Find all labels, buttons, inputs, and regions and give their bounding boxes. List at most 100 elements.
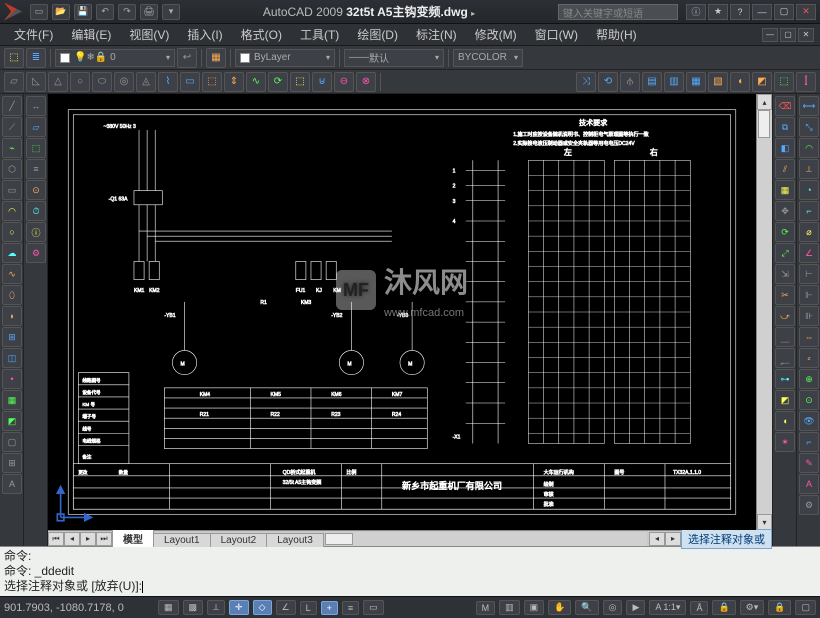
diminspect-icon[interactable]: 👁 [799,411,819,431]
3drotate-icon[interactable]: ⟲ [598,72,618,92]
wedge-icon[interactable]: ◺ [26,72,46,92]
array-icon[interactable]: ▦ [775,180,795,200]
zoom-icon[interactable]: 🔍 [575,600,598,615]
menu-file[interactable]: 文件(F) [6,24,61,45]
point-icon[interactable]: • [2,369,22,389]
fillet3d-icon[interactable]: ◖ [730,72,750,92]
qview-layouts-icon[interactable]: ▥ [499,600,520,615]
grid-toggle[interactable]: ▩ [183,600,204,615]
tab-layout2[interactable]: Layout2 [210,533,268,547]
hscroll-thumb[interactable] [325,533,353,545]
polar-toggle[interactable]: ✛ [229,600,249,615]
drawing-canvas[interactable]: ~380V 50Hz 3 -Q1 63A KM1KM2 FU1KJKM [48,94,756,530]
circle-icon[interactable]: ○ [2,222,22,242]
scroll-left-icon[interactable]: ◂ [649,532,665,546]
ellipse-icon[interactable]: ⬯ [2,285,22,305]
menu-edit[interactable]: 编辑(E) [63,24,119,45]
minimize-button[interactable]: — [752,4,772,20]
command-window[interactable]: 命令: 命令: _ddedit 选择注释对象或 [放弃(U)]: [0,546,820,596]
mdi-restore-button[interactable]: ▢ [780,28,796,42]
cone-icon[interactable]: △ [48,72,68,92]
break2-icon[interactable]: ⸐ [775,348,795,368]
steering-icon[interactable]: ◎ [603,600,623,615]
dimarc-icon[interactable]: ◠ [799,138,819,158]
qview-dwg-icon[interactable]: ▣ [524,600,545,615]
shell-icon[interactable]: ⬚ [774,72,794,92]
gradient-icon[interactable]: ◩ [2,411,22,431]
qat-more-icon[interactable]: ▾ [162,4,180,20]
osnap-toggle[interactable]: ◇ [253,600,272,615]
centermark-icon[interactable]: ⊙ [799,390,819,410]
vscroll-thumb[interactable] [758,110,770,138]
erase-icon[interactable]: ⌫ [775,96,795,116]
menu-draw[interactable]: 绘图(D) [349,24,406,45]
id-icon[interactable]: ⊙ [26,180,46,200]
anno-hint[interactable]: 选择注释对象或 [681,529,772,549]
loft2-icon[interactable]: ⬚ [290,72,310,92]
menu-dimension[interactable]: 标注(N) [408,24,465,45]
dimspace-icon[interactable]: ⇔ [799,327,819,347]
sphere-icon[interactable]: ○ [70,72,90,92]
mtext-icon[interactable]: A [2,474,22,494]
sweep-icon[interactable]: ∿ [246,72,266,92]
xline-icon[interactable]: ⟋ [2,117,22,137]
trim-icon[interactable]: ✂ [775,285,795,305]
annoscale-button[interactable]: A 1:1▾ [649,600,686,615]
maximize-button[interactable]: ▢ [774,4,794,20]
massprop-icon[interactable]: ⬚ [26,138,46,158]
tab-last-icon[interactable]: ⏭ [96,532,112,546]
imprint-icon[interactable]: ▧ [708,72,728,92]
layer-combo[interactable]: 💡❄🔒 0 [55,49,175,67]
toolbar-lock-icon[interactable]: 🔒 [768,600,791,615]
presspull-icon[interactable]: ⇕ [224,72,244,92]
dimord-icon[interactable]: ⟂ [799,159,819,179]
dimalign-icon[interactable]: ⤡ [799,117,819,137]
hscroll-track[interactable] [325,532,647,546]
lwt-toggle[interactable]: ≡ [342,601,359,615]
star-icon[interactable]: ★ [708,4,728,20]
dimcont-icon[interactable]: ⊪ [799,306,819,326]
dimstyle-icon[interactable]: ⚙ [799,495,819,515]
rect-icon[interactable]: ▭ [2,180,22,200]
dimdia-icon[interactable]: ⌀ [799,222,819,242]
layer-prev-icon[interactable]: ↩ [177,48,197,68]
insert-icon[interactable]: ⊞ [2,327,22,347]
chamfer-icon[interactable]: ◩ [775,390,795,410]
dimrad-icon[interactable]: ◔ [799,180,819,200]
scroll-right-icon[interactable]: ▸ [665,532,681,546]
copy-icon[interactable]: ⧉ [775,117,795,137]
break-icon[interactable]: ⸏ [775,327,795,347]
vertical-scrollbar[interactable]: ▴ ▾ [756,94,772,530]
tab-layout1[interactable]: Layout1 [153,533,211,547]
box-icon[interactable]: ▱ [4,72,24,92]
dimbreak-icon[interactable]: ⸗ [799,348,819,368]
dyn-toggle[interactable]: + [321,601,338,615]
dist-icon[interactable]: ↔ [26,96,46,116]
loft-icon[interactable]: ⬚ [4,48,24,68]
stretch-icon[interactable]: ⇲ [775,264,795,284]
dimlin-icon[interactable]: ⟷ [799,96,819,116]
scale-icon[interactable]: ⤢ [775,243,795,263]
slice-icon[interactable]: ▥ [664,72,684,92]
union-icon[interactable]: ⊎ [312,72,332,92]
offset-icon[interactable]: ⫽ [775,159,795,179]
section-icon[interactable]: ▤ [642,72,662,92]
status-icon2[interactable]: ⓘ [26,222,46,242]
tolerance-icon[interactable]: ⊕ [799,369,819,389]
3dalign-icon[interactable]: ⫛ [620,72,640,92]
close-button[interactable]: ✕ [796,4,816,20]
block-icon[interactable]: ◫ [2,348,22,368]
mdi-minimize-button[interactable]: — [762,28,778,42]
planar-icon[interactable]: ▭ [180,72,200,92]
dimbase-icon[interactable]: ⊩ [799,285,819,305]
mirror-icon[interactable]: ◧ [775,138,795,158]
layer-iso-icon[interactable]: ▦ [206,48,226,68]
arc-icon[interactable]: ◠ [2,201,22,221]
linetype-combo[interactable]: —— 默认 [344,49,444,67]
new-icon[interactable]: ▭ [30,4,48,20]
intersect-icon[interactable]: ⊗ [356,72,376,92]
spline-icon[interactable]: ∿ [2,264,22,284]
otrack-toggle[interactable]: ∠ [276,600,296,615]
pyramid-icon[interactable]: ◬ [136,72,156,92]
dimtedit-icon[interactable]: A [799,474,819,494]
